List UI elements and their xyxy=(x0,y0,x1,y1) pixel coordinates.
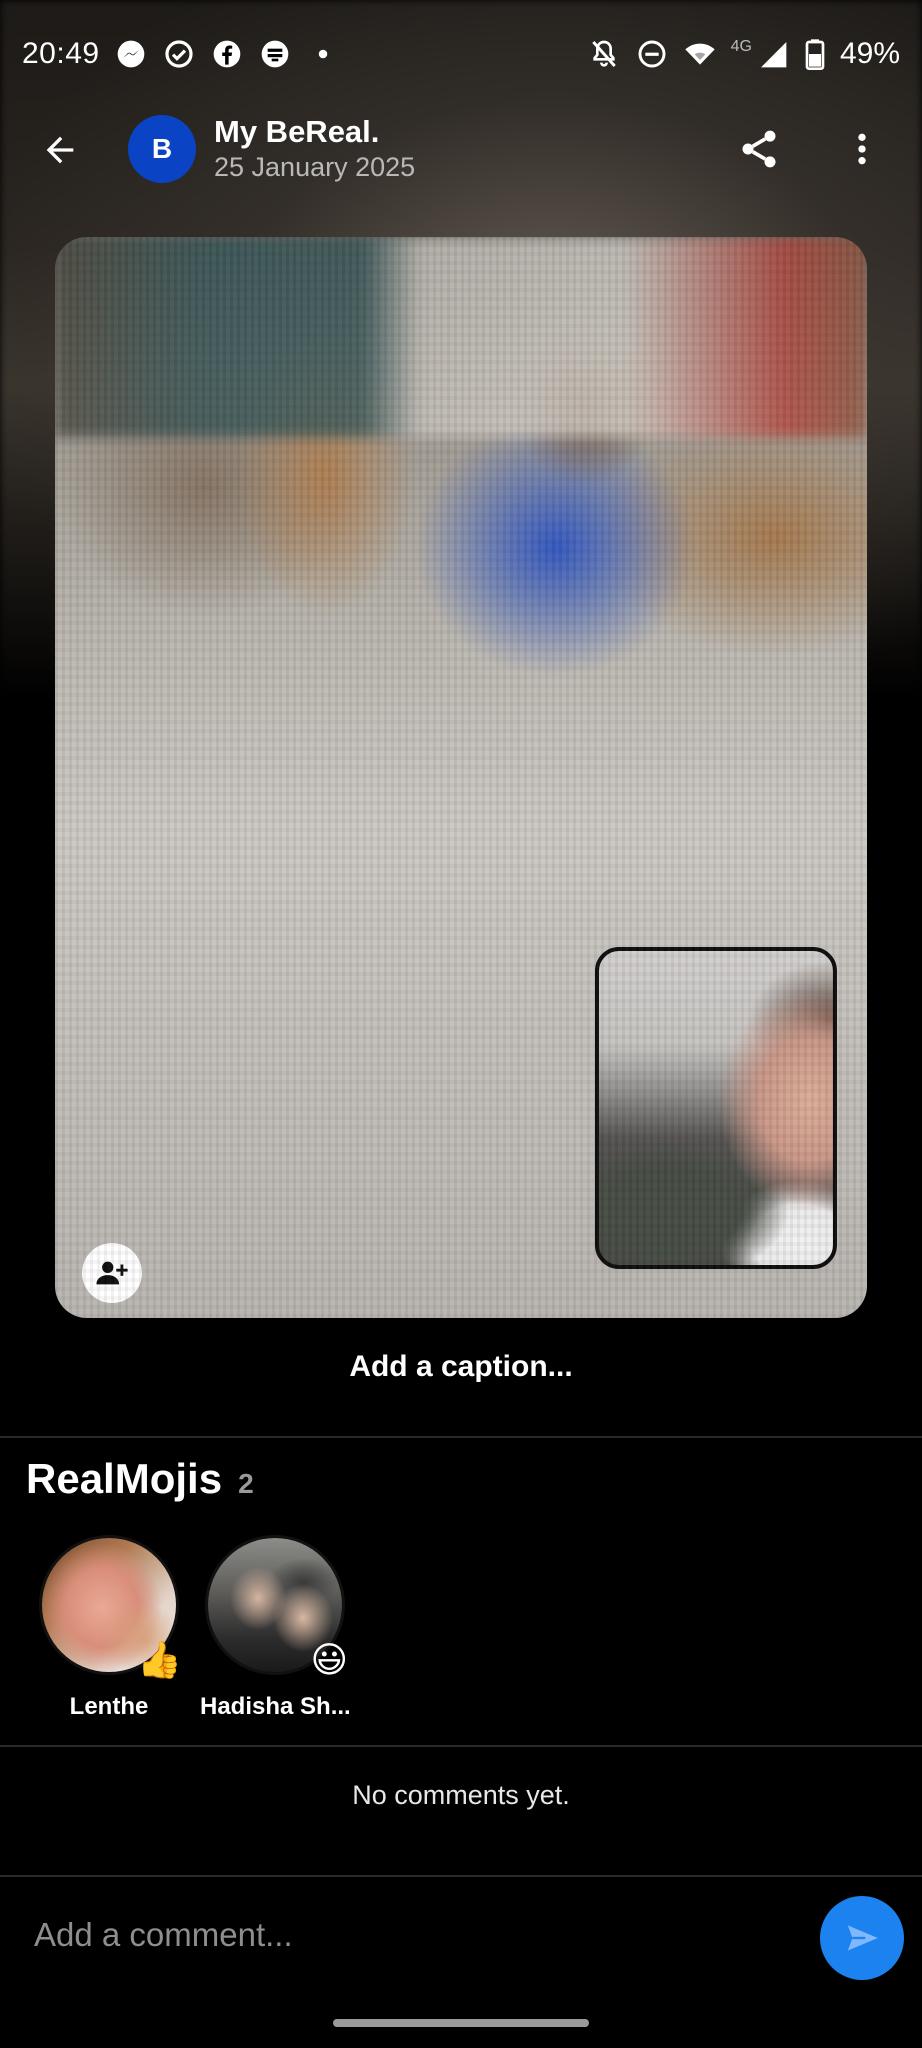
divider xyxy=(0,1436,922,1438)
battery-icon xyxy=(804,37,826,71)
send-button[interactable] xyxy=(820,1896,904,1980)
header-title-block: My BeReal. 25 January 2025 xyxy=(214,114,415,184)
selfie-photo[interactable] xyxy=(595,947,837,1269)
send-icon xyxy=(847,1925,878,1951)
divider xyxy=(0,1875,922,1877)
status-bar: 20:49 4G 49% xyxy=(0,0,922,108)
share-icon xyxy=(742,130,776,168)
realmoji-name: Lenthe xyxy=(69,1693,149,1720)
back-button[interactable] xyxy=(34,126,86,174)
status-time: 20:49 xyxy=(22,37,100,70)
smiley-icon: 😃 xyxy=(310,1639,348,1680)
thumbs-up-icon: 👍 xyxy=(137,1639,182,1680)
tag-friends-button[interactable] xyxy=(82,1243,142,1303)
messenger-icon xyxy=(114,37,148,71)
main-photo[interactable] xyxy=(55,237,867,1318)
post-header: B My BeReal. 25 January 2025 xyxy=(0,110,922,190)
realmojis-title: RealMojis xyxy=(26,1455,223,1502)
share-button[interactable] xyxy=(734,124,784,174)
divider xyxy=(0,1745,922,1747)
bell-off-icon xyxy=(587,37,621,71)
network-type: 4G xyxy=(730,38,752,55)
app-notification-icon xyxy=(258,37,292,71)
arrow-left-icon xyxy=(46,136,74,164)
page-title: My BeReal. xyxy=(214,114,380,149)
more-vertical-icon xyxy=(858,133,866,165)
screen: 20:49 4G 49% B My BeReal. 25 January 202… xyxy=(0,0,922,2048)
comment-input[interactable] xyxy=(34,1910,794,1960)
add-person-icon xyxy=(96,1261,128,1285)
avatar[interactable]: B xyxy=(128,115,196,183)
realmoji-avatar: 😃 xyxy=(205,1535,348,1680)
battery-percent: 49% xyxy=(839,37,900,70)
realmojis-list: 👍 Lenthe 😃 Hadisha Sh... xyxy=(0,1535,922,1720)
status-right: 4G 49% xyxy=(587,37,900,71)
photo-background-detail xyxy=(55,237,867,437)
realmojis-header: RealMojis 2 xyxy=(26,1455,254,1503)
facebook-icon xyxy=(210,37,244,71)
wifi-icon xyxy=(683,37,717,71)
realmojis-count: 2 xyxy=(238,1468,254,1499)
more-options-button[interactable] xyxy=(842,124,882,174)
realmoji-name: Hadisha Sh... xyxy=(200,1693,351,1720)
post-date: 25 January 2025 xyxy=(214,152,416,182)
realmoji-item[interactable]: 😃 Hadisha Sh... xyxy=(200,1535,351,1721)
realmoji-item[interactable]: 👍 Lenthe xyxy=(34,1535,184,1721)
signal-icon xyxy=(756,37,790,71)
check-circle-icon xyxy=(162,37,196,71)
do-not-disturb-icon xyxy=(635,37,669,71)
avatar-initial: B xyxy=(151,133,173,164)
home-indicator[interactable] xyxy=(333,2019,589,2027)
add-caption-button[interactable]: Add a caption... xyxy=(0,1350,922,1384)
dot-icon xyxy=(306,37,340,71)
realmoji-avatar: 👍 xyxy=(39,1535,182,1680)
status-left: 20:49 xyxy=(22,37,340,71)
no-comments-text: No comments yet. xyxy=(352,1780,570,1810)
